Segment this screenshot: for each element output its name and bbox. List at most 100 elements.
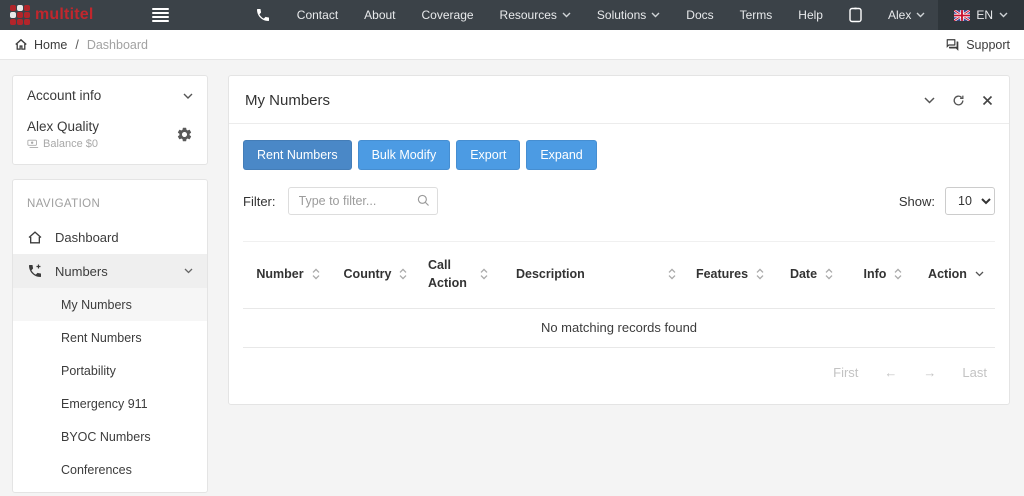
- navigation-card: NAVIGATION Dashboard Numbers My Numbers …: [12, 179, 208, 493]
- nav-item-solutions[interactable]: Solutions: [584, 0, 673, 30]
- mobile-app-icon[interactable]: [836, 0, 875, 30]
- pagination-last[interactable]: Last: [962, 365, 987, 380]
- table-header-row: Number Country Call Action Description F…: [243, 240, 995, 310]
- nav-item-help[interactable]: Help: [785, 0, 836, 30]
- sidebar-subitem-emergency-911[interactable]: Emergency 911: [13, 387, 207, 420]
- column-header-call-action[interactable]: Call Action: [418, 240, 498, 310]
- panel-body: Rent Numbers Bulk Modify Export Expand F…: [229, 124, 1009, 404]
- sidebar-subitem-byoc-numbers[interactable]: BYOC Numbers: [13, 420, 207, 453]
- close-icon[interactable]: [982, 95, 993, 106]
- sort-icon: [756, 268, 764, 280]
- brand-name: multitel: [35, 6, 94, 23]
- sort-icon: [312, 268, 320, 280]
- hamburger-menu-icon[interactable]: [151, 8, 169, 22]
- account-summary: Alex Quality Balance $0: [27, 119, 193, 150]
- pagination: First ← → Last: [243, 365, 995, 380]
- column-header-country[interactable]: Country: [333, 240, 418, 310]
- sidebar-item-dashboard[interactable]: Dashboard: [13, 220, 207, 254]
- account-info-card: Account info Alex Quality Balance $0: [12, 75, 208, 165]
- collapse-chevron-icon[interactable]: [924, 97, 935, 104]
- call-plus-icon: [27, 263, 43, 279]
- column-header-features[interactable]: Features: [686, 240, 774, 310]
- pagination-first[interactable]: First: [833, 365, 858, 380]
- top-bar: multitel Contact About Coverage Resource…: [0, 0, 1024, 30]
- sort-icon: [825, 268, 833, 280]
- chat-bubbles-icon: [945, 38, 960, 52]
- filter-label: Filter:: [243, 193, 276, 209]
- nav-item-about[interactable]: About: [351, 0, 408, 30]
- refresh-icon[interactable]: [952, 94, 965, 107]
- pagination-next-arrow[interactable]: →: [923, 365, 936, 380]
- account-name: Alex Quality: [27, 119, 100, 134]
- column-header-action[interactable]: Action: [917, 240, 995, 310]
- language-code: EN: [976, 8, 993, 22]
- my-numbers-panel: My Numbers Rent Numbers Bulk Modify Expo…: [228, 75, 1010, 406]
- phone-icon[interactable]: [242, 0, 284, 30]
- export-button[interactable]: Export: [456, 140, 521, 170]
- sidebar: Account info Alex Quality Balance $0 NAV…: [12, 75, 208, 493]
- filter-row: Filter: Show: 10: [243, 187, 995, 215]
- breadcrumb-home[interactable]: Home: [14, 38, 67, 52]
- sidebar-subitem-portability[interactable]: Portability: [13, 354, 207, 387]
- breadcrumb-current: Dashboard: [86, 37, 148, 52]
- navigation-title: NAVIGATION: [27, 198, 101, 210]
- sidebar-subitem-conferences[interactable]: Conferences: [13, 453, 207, 486]
- chevron-down-icon: [184, 268, 193, 274]
- pagination-prev-arrow[interactable]: ←: [884, 365, 897, 380]
- uk-flag-icon: [954, 9, 971, 21]
- empty-state-row: No matching records found: [243, 308, 995, 349]
- sort-icon: [668, 268, 676, 280]
- nav-item-contact[interactable]: Contact: [284, 0, 351, 30]
- panel-title: My Numbers: [245, 92, 331, 109]
- user-menu[interactable]: Alex: [875, 0, 938, 30]
- chevron-down-icon: [916, 12, 925, 18]
- rent-numbers-button[interactable]: Rent Numbers: [243, 140, 352, 170]
- expand-button[interactable]: Expand: [526, 140, 597, 170]
- chevron-down-icon: [975, 271, 984, 277]
- sort-icon: [480, 268, 488, 280]
- account-balance: Balance $0: [27, 138, 99, 150]
- banknotes-icon: [27, 139, 39, 149]
- numbers-table: Number Country Call Action Description F…: [243, 240, 995, 349]
- column-header-description[interactable]: Description: [498, 240, 686, 310]
- sidebar-subitem-rent-numbers[interactable]: Rent Numbers: [13, 321, 207, 354]
- home-icon: [14, 38, 28, 51]
- user-name: Alex: [887, 8, 912, 22]
- chevron-down-icon: [651, 12, 660, 18]
- empty-state-message: No matching records found: [243, 308, 995, 349]
- nav-item-docs[interactable]: Docs: [673, 0, 726, 30]
- sidebar-subitem-my-numbers[interactable]: My Numbers: [13, 288, 207, 321]
- action-buttons: Rent Numbers Bulk Modify Export Expand: [243, 140, 995, 170]
- bulk-modify-button[interactable]: Bulk Modify: [357, 140, 451, 170]
- support-link[interactable]: Support: [945, 38, 1010, 52]
- settings-gear-icon[interactable]: [176, 126, 193, 143]
- show-label: Show:: [898, 193, 935, 209]
- chevron-down-icon: [562, 12, 571, 18]
- chevron-down-icon: [999, 12, 1008, 18]
- filter-box: [287, 187, 438, 215]
- main-area: My Numbers Rent Numbers Bulk Modify Expo…: [228, 75, 1010, 493]
- panel-tools: [924, 94, 993, 107]
- account-info-toggle[interactable]: Account info: [27, 88, 193, 103]
- show-select[interactable]: 10: [945, 187, 995, 215]
- nav-item-resources[interactable]: Resources: [487, 0, 584, 30]
- sort-icon: [399, 268, 407, 280]
- column-header-number[interactable]: Number: [243, 240, 333, 310]
- panel-header: My Numbers: [229, 76, 1009, 124]
- column-header-info[interactable]: Info: [849, 240, 917, 310]
- brand-logo-icon: [10, 5, 30, 25]
- breadcrumb-separator: /: [75, 37, 79, 52]
- breadcrumb-bar: Home / Dashboard Support: [0, 30, 1024, 60]
- nav-item-coverage[interactable]: Coverage: [409, 0, 487, 30]
- chevron-down-icon: [183, 93, 193, 99]
- nav-item-terms[interactable]: Terms: [727, 0, 786, 30]
- filter-input[interactable]: [287, 187, 438, 215]
- language-selector[interactable]: EN: [938, 0, 1024, 30]
- brand-logo[interactable]: multitel: [0, 5, 94, 25]
- home-outline-icon: [27, 230, 43, 245]
- column-header-date[interactable]: Date: [774, 240, 849, 310]
- sidebar-item-numbers[interactable]: Numbers: [13, 254, 207, 288]
- sort-icon: [894, 268, 902, 280]
- show-wrap: Show: 10: [899, 187, 995, 215]
- page-content: Account info Alex Quality Balance $0 NAV…: [0, 60, 1024, 493]
